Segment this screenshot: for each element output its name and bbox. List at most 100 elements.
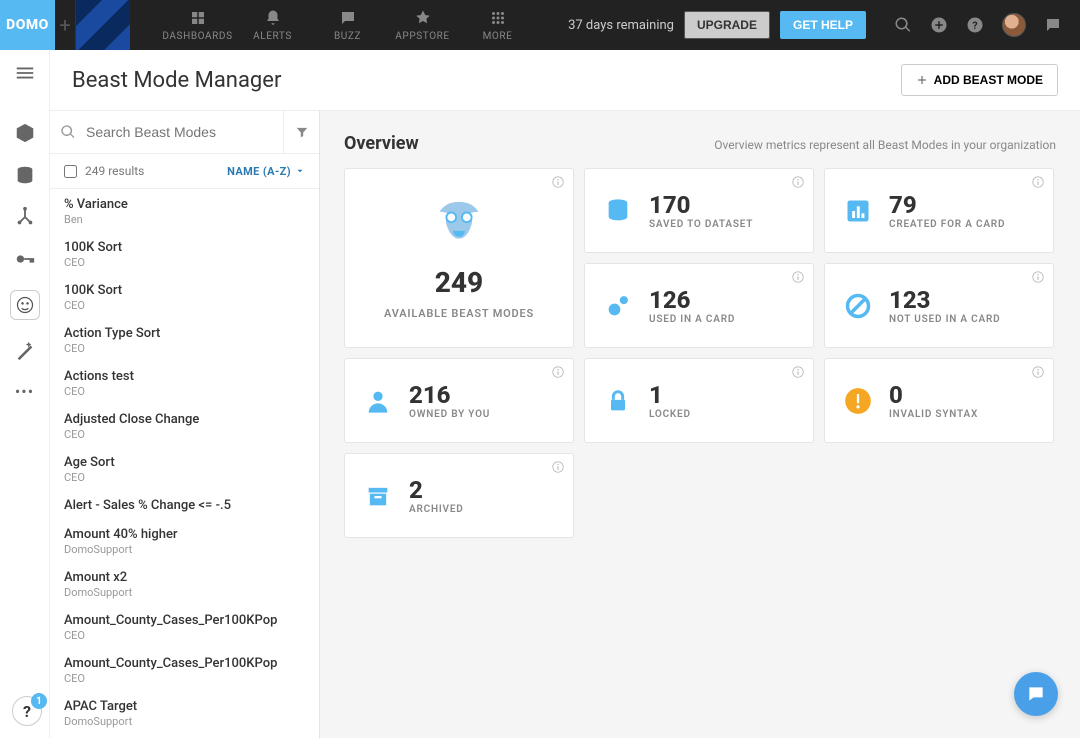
database-icon	[601, 194, 635, 228]
help-icon[interactable]: ?	[966, 16, 984, 34]
chevron-down-icon	[295, 166, 305, 176]
item-owner: CEO	[64, 428, 305, 441]
item-owner: CEO	[64, 256, 305, 269]
card-used[interactable]: 126USED IN A CARD	[584, 263, 814, 348]
card-label: OWNED BY YOU	[409, 409, 490, 420]
item-owner: CEO	[64, 342, 305, 355]
list-panel: 249 results NAME (A-Z) % VarianceBen100K…	[50, 111, 320, 738]
sort-dropdown[interactable]: NAME (A-Z)	[227, 165, 305, 178]
branch-icon[interactable]	[14, 206, 36, 228]
card-invalid[interactable]: 0INVALID SYNTAX	[824, 358, 1054, 443]
appstore-icon	[414, 9, 432, 27]
dashboards-icon	[189, 9, 207, 27]
add-tab-button[interactable]: +	[55, 0, 75, 50]
chat-fab[interactable]	[1014, 672, 1058, 716]
list-item[interactable]: 100K SortCEO	[50, 232, 319, 275]
active-tab-tile[interactable]	[75, 0, 130, 50]
info-icon	[551, 175, 565, 189]
item-name: % Variance	[64, 197, 305, 212]
upgrade-button[interactable]: UPGRADE	[684, 11, 770, 39]
nav-buzz[interactable]: BUZZ	[310, 9, 385, 42]
item-name: Amount_County_Cases_Per100KPop	[64, 656, 305, 671]
card-value: 170	[649, 191, 753, 219]
beast-face-icon	[428, 196, 490, 258]
warning-icon	[841, 384, 875, 418]
list-item[interactable]: Amount_County_Cases_Per100KPopCEO	[50, 648, 319, 691]
gears-icon	[601, 289, 635, 323]
item-owner: CEO	[64, 471, 305, 484]
item-owner: CEO	[64, 629, 305, 642]
item-name: Alert - Sales % Change <= -.5	[64, 498, 305, 513]
info-icon	[1031, 365, 1045, 379]
list-item[interactable]: APAC TargetDomoSupport	[50, 691, 319, 734]
stack-icon[interactable]	[14, 164, 36, 186]
nav-alerts[interactable]: ALERTS	[235, 9, 310, 42]
list-item[interactable]: Actions testCEO	[50, 361, 319, 404]
get-help-button[interactable]: GET HELP	[780, 11, 866, 39]
card-saved[interactable]: 170SAVED TO DATASET	[584, 168, 814, 253]
add-circle-icon[interactable]	[930, 16, 948, 34]
list-item[interactable]: Alert - Sales % Change <= -.5	[50, 490, 319, 519]
list-item[interactable]: APAC TargetDomoSupport	[50, 734, 319, 738]
help-fab[interactable]: ? 1	[12, 696, 42, 726]
card-available[interactable]: 249 AVAILABLE BEAST MODES	[344, 168, 574, 348]
list-item[interactable]: Action Type SortCEO	[50, 318, 319, 361]
card-label: AVAILABLE BEAST MODES	[384, 307, 534, 320]
info-icon	[791, 365, 805, 379]
info-icon	[791, 270, 805, 284]
search-icon[interactable]	[894, 16, 912, 34]
nav-label: DASHBOARDS	[162, 31, 232, 42]
item-owner: CEO	[64, 299, 305, 312]
more-icon	[489, 9, 507, 27]
add-button-label: ADD BEAST MODE	[934, 73, 1043, 87]
brand-logo[interactable]: DOMO	[0, 0, 55, 50]
card-archived[interactable]: 2ARCHIVED	[344, 453, 574, 538]
chart-icon	[841, 194, 875, 228]
hamburger-icon[interactable]	[14, 62, 36, 84]
trial-remaining: 37 days remaining	[568, 18, 674, 33]
wand-icon[interactable]	[14, 340, 36, 362]
card-value: 79	[889, 191, 1005, 219]
nav-dashboards[interactable]: DASHBOARDS	[160, 9, 235, 42]
item-name: 100K Sort	[64, 240, 305, 255]
blocked-icon	[841, 289, 875, 323]
sidebar-rail: •••	[0, 50, 50, 738]
card-owned[interactable]: 216OWNED BY YOU	[344, 358, 574, 443]
card-value: 0	[889, 381, 978, 409]
page-title: Beast Mode Manager	[72, 68, 281, 93]
user-avatar[interactable]	[1002, 13, 1026, 37]
list-item[interactable]: Age SortCEO	[50, 447, 319, 490]
comment-icon[interactable]	[1044, 16, 1062, 34]
list-item[interactable]: Amount 40% higherDomoSupport	[50, 519, 319, 562]
archive-icon	[361, 479, 395, 513]
add-beast-mode-button[interactable]: ADD BEAST MODE	[901, 64, 1058, 96]
nav-label: ALERTS	[253, 31, 292, 42]
item-name: APAC Target	[64, 699, 305, 714]
select-all-checkbox[interactable]	[64, 165, 77, 178]
card-notused[interactable]: 123NOT USED IN A CARD	[824, 263, 1054, 348]
list-item[interactable]: Amount_County_Cases_Per100KPopCEO	[50, 605, 319, 648]
list-item[interactable]: 100K SortCEO	[50, 275, 319, 318]
list-item[interactable]: % VarianceBen	[50, 189, 319, 232]
card-label: NOT USED IN A CARD	[889, 314, 1000, 325]
filter-button[interactable]	[283, 111, 319, 153]
list-item[interactable]: Adjusted Close ChangeCEO	[50, 404, 319, 447]
card-value: 216	[409, 381, 490, 409]
beast-mode-icon[interactable]	[10, 290, 40, 320]
cube-icon[interactable]	[14, 122, 36, 144]
item-name: Amount 40% higher	[64, 527, 305, 542]
list-item[interactable]: Amount x2DomoSupport	[50, 562, 319, 605]
info-icon	[791, 175, 805, 189]
help-badge: 1	[31, 693, 47, 709]
item-name: Amount_County_Cases_Per100KPop	[64, 613, 305, 628]
card-locked[interactable]: 1LOCKED	[584, 358, 814, 443]
card-created[interactable]: 79CREATED FOR A CARD	[824, 168, 1054, 253]
key-icon[interactable]	[14, 248, 36, 270]
nav-more[interactable]: MORE	[460, 9, 535, 42]
search-input[interactable]	[86, 112, 283, 152]
nav-appstore[interactable]: APPSTORE	[385, 9, 460, 42]
info-icon	[1031, 270, 1045, 284]
filter-icon	[295, 125, 309, 139]
more-icon[interactable]: •••	[15, 382, 34, 401]
card-value: 126	[649, 286, 735, 314]
